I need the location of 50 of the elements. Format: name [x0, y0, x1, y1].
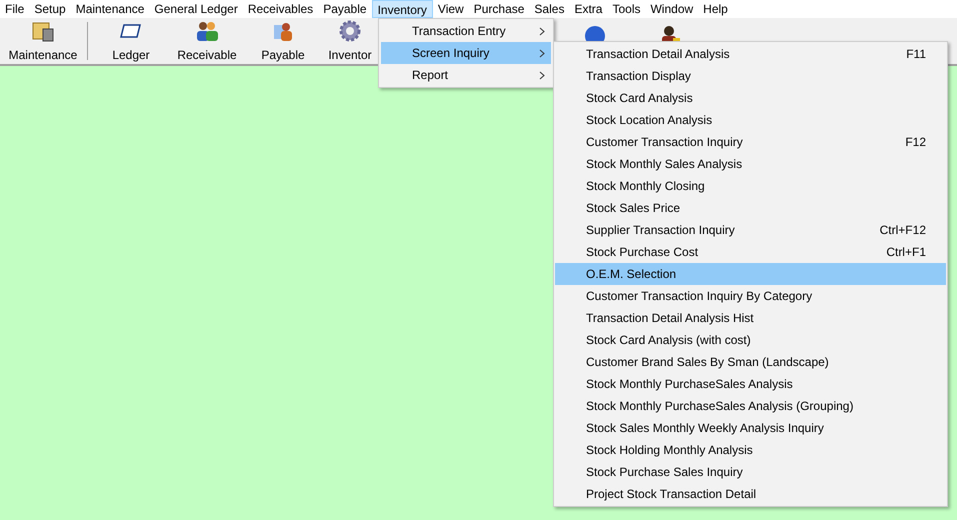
- shortcut-text: F11: [906, 46, 926, 63]
- menu-item[interactable]: Stock Monthly PurchaseSales Analysis: [555, 373, 946, 395]
- menu-item[interactable]: Extra: [569, 0, 608, 18]
- toolbar-button[interactable]: Ledger: [93, 18, 169, 64]
- menu-item[interactable]: Setup: [29, 0, 71, 18]
- menu-item[interactable]: General Ledger: [149, 0, 243, 18]
- menu-item[interactable]: Sales: [529, 0, 570, 18]
- toolbar-button[interactable]: Inventor: [321, 18, 379, 64]
- menu-item[interactable]: Window: [645, 0, 698, 18]
- menu-item[interactable]: Stock Monthly PurchaseSales Analysis (Grouping): [555, 395, 946, 417]
- menu-item[interactable]: Screen Inquiry: [381, 42, 551, 64]
- menu-item[interactable]: Stock Purchase Cost Ctrl+F1: [555, 241, 946, 263]
- menu-item[interactable]: Help: [698, 0, 733, 18]
- menu-item[interactable]: Customer Brand Sales By Sman (Landscape): [555, 351, 946, 373]
- shortcut-text: Ctrl+F1: [886, 244, 926, 261]
- menu-item[interactable]: Project Stock Transaction Detail: [555, 483, 946, 505]
- menu-item[interactable]: Customer Transaction Inquiry By Category: [555, 285, 946, 307]
- chevron-icon: [539, 48, 545, 58]
- toolbar-button[interactable]: Payable: [245, 18, 321, 64]
- chevron-icon: [539, 26, 545, 36]
- menu-item[interactable]: Tools: [607, 0, 646, 18]
- menu-item[interactable]: Purchase: [468, 0, 530, 18]
- menu-item[interactable]: Stock Holding Monthly Analysis: [555, 439, 946, 461]
- toolbar-button[interactable]: Receivable: [169, 18, 245, 64]
- menu-item[interactable]: Stock Monthly Closing: [555, 175, 946, 197]
- menu-item[interactable]: File: [0, 0, 30, 18]
- menu-item[interactable]: Stock Location Analysis: [555, 109, 946, 131]
- menu-item[interactable]: Customer Transaction Inquiry F12: [555, 131, 946, 153]
- menu-item[interactable]: View: [432, 0, 469, 18]
- shortcut-text: F12: [905, 134, 926, 151]
- menu-item[interactable]: O.E.M. Selection: [555, 263, 946, 285]
- menu-item[interactable]: Receivables: [242, 0, 318, 18]
- menu-item[interactable]: Stock Sales Monthly Weekly Analysis Inquiry: [555, 417, 946, 439]
- menu-item[interactable]: Supplier Transaction Inquiry Ctrl+F12: [555, 219, 946, 241]
- menu-item[interactable]: Stock Monthly Sales Analysis: [555, 153, 946, 175]
- menu-item[interactable]: Transaction Detail Analysis Hist: [555, 307, 946, 329]
- menu-item[interactable]: Stock Sales Price: [555, 197, 946, 219]
- shortcut-text: Ctrl+F12: [880, 222, 926, 239]
- chevron-icon: [539, 70, 545, 80]
- toolbar-button[interactable]: Maintenance: [3, 18, 83, 64]
- menu-item[interactable]: Inventory: [372, 0, 433, 18]
- menu-item[interactable]: Report: [381, 64, 551, 86]
- menu-item[interactable]: Payable: [318, 0, 372, 18]
- menu-item[interactable]: Maintenance: [70, 0, 150, 18]
- menu-item[interactable]: Stock Card Analysis: [555, 87, 946, 109]
- menu-item[interactable]: Stock Card Analysis (with cost): [555, 329, 946, 351]
- menu-item[interactable]: Transaction Display: [555, 65, 946, 87]
- menu-item[interactable]: Transaction Entry: [381, 20, 551, 42]
- menu-item[interactable]: Stock Purchase Sales Inquiry: [555, 461, 946, 483]
- menu-item[interactable]: Transaction Detail Analysis F11: [555, 43, 946, 65]
